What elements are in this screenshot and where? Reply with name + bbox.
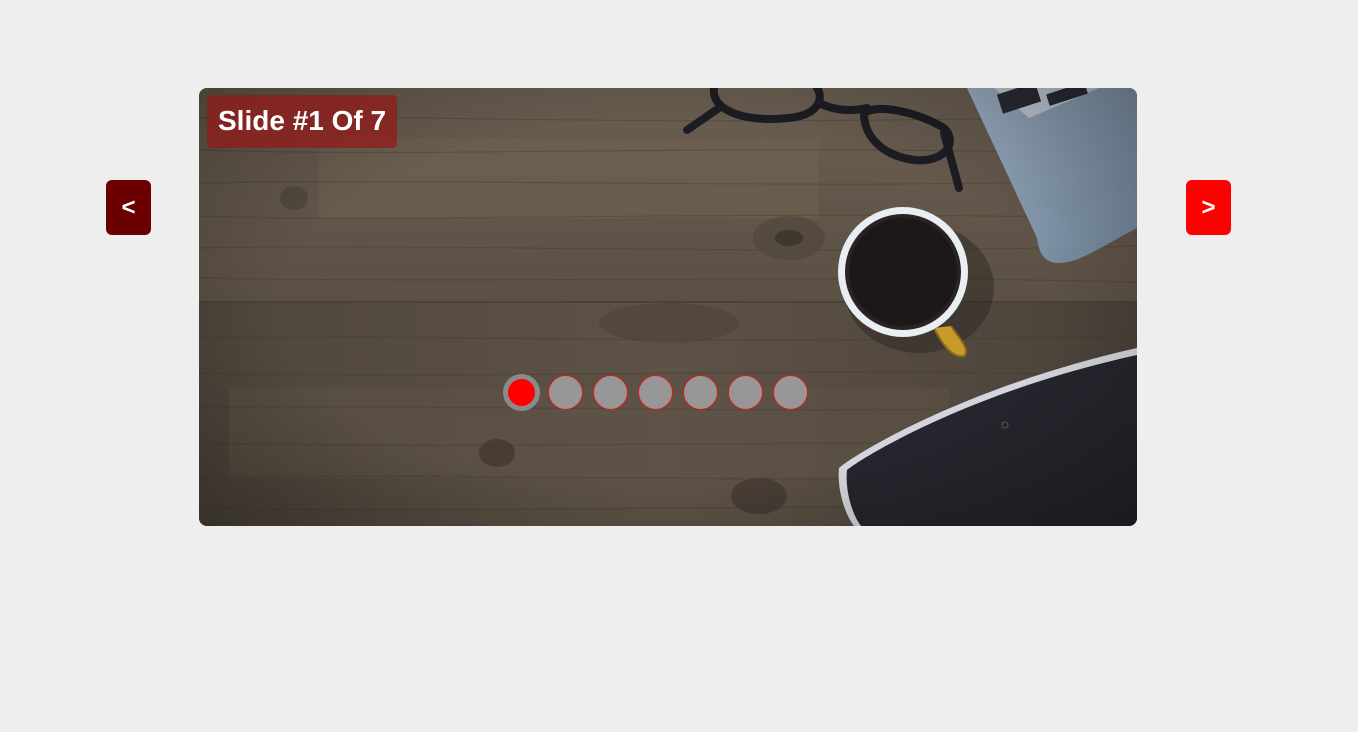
- slider-page: < Slide #1 Of 7 >: [0, 0, 1358, 732]
- slide-dot-4[interactable]: [638, 375, 673, 410]
- desk-photo-image: [199, 88, 1137, 526]
- slide-dot-7[interactable]: [773, 375, 808, 410]
- slide-caption: Slide #1 Of 7: [207, 95, 398, 148]
- slide-dot-3[interactable]: [593, 375, 628, 410]
- slide-dot-6[interactable]: [728, 375, 763, 410]
- next-slide-button[interactable]: >: [1186, 180, 1231, 235]
- slide-dot-5[interactable]: [683, 375, 718, 410]
- slide-dot-2[interactable]: [548, 375, 583, 410]
- slide-dots: [503, 374, 808, 411]
- prev-slide-button[interactable]: <: [106, 180, 151, 235]
- slide-dot-1[interactable]: [503, 374, 540, 411]
- slide-frame: Slide #1 Of 7: [199, 88, 1137, 526]
